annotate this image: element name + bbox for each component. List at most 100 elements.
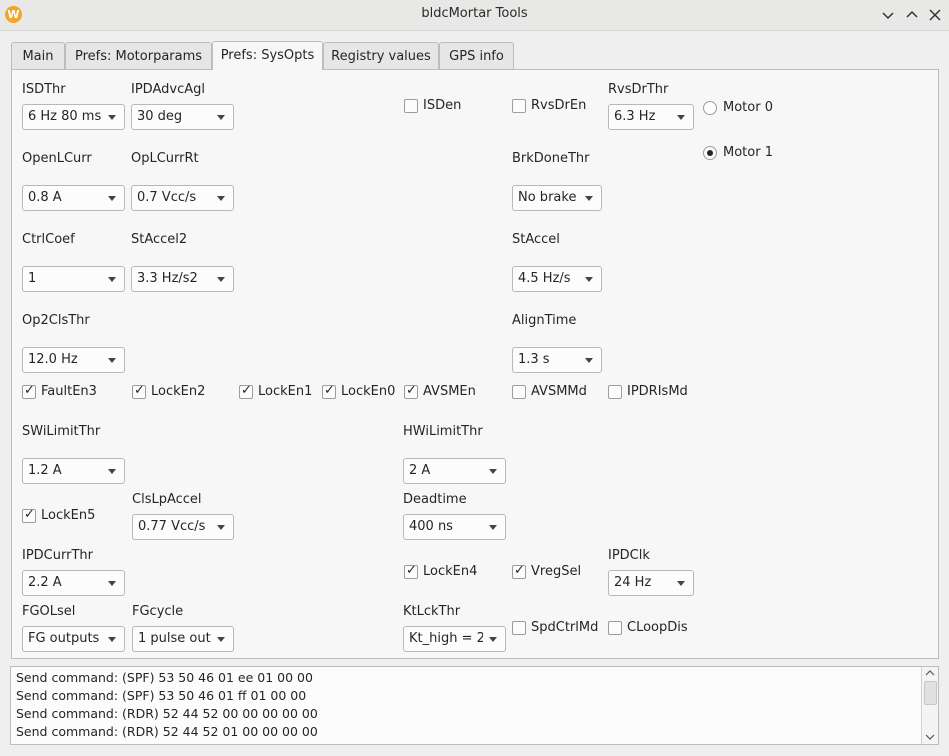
ipdclk-combo[interactable]: 24 Hz (608, 570, 694, 596)
op2clsthr-combo[interactable]: 12.0 Hz (22, 347, 125, 373)
cloopdis-checkbox[interactable]: CLoopDis (608, 620, 698, 636)
tab-main[interactable]: Main (11, 42, 65, 69)
checkmark-icon: ✓ (24, 507, 35, 522)
rvsdren-checkbox[interactable]: RvsDrEn (512, 98, 592, 114)
log-scrollbar[interactable] (921, 667, 938, 744)
faulten3-checkbox[interactable]: ✓ FaultEn3 (22, 383, 102, 400)
command-log[interactable]: Send command: (SPF) 53 50 46 01 ee 01 00… (10, 666, 939, 745)
checkbox-box (512, 385, 526, 399)
avsmen-label: AVSMEn (423, 384, 476, 399)
staccel-value: 4.5 Hz/s (518, 271, 571, 286)
clslpaccel-value: 0.77 Vcc/s (138, 519, 206, 534)
locken5-label: LockEn5 (41, 508, 96, 523)
openlcurr-label: OpenLCurr (22, 151, 92, 166)
tab-prefs-sysopts[interactable]: Prefs: SysOpts (212, 41, 323, 70)
checkmark-icon: ✓ (406, 383, 417, 398)
isden-checkbox[interactable]: ISDen (404, 98, 474, 114)
locken1-checkbox[interactable]: ✓ LockEn1 (239, 383, 319, 400)
ipdadvcagl-combo[interactable]: 30 deg (131, 104, 234, 130)
checkbox-box: ✓ (22, 507, 36, 523)
tab-gps-info[interactable]: GPS info (439, 42, 514, 69)
brkdonethr-combo[interactable]: No brake (512, 185, 602, 211)
swilimitthr-label: SWiLimitThr (22, 424, 101, 439)
checkmark-icon: ✓ (324, 383, 335, 398)
checkbox-box: ✓ (322, 383, 336, 399)
checkbox-box: ✓ (512, 563, 526, 579)
vregsel-checkbox[interactable]: ✓ VregSel (512, 563, 592, 580)
rvsdren-label: RvsDrEn (531, 98, 587, 113)
oplcurrrt-combo[interactable]: 0.7 Vcc/s (131, 185, 234, 211)
dropdown-arrow-icon (489, 525, 497, 530)
scroll-down-icon[interactable] (925, 733, 935, 741)
ipdcurrthr-combo[interactable]: 2.2 A (22, 570, 125, 596)
checkbox-box (512, 99, 526, 113)
ctrlcoef-label: CtrlCoef (22, 232, 75, 247)
tab-prefs-motorparams[interactable]: Prefs: Motorparams (65, 42, 212, 69)
hwilimitthr-combo[interactable]: 2 A (403, 458, 506, 484)
fgcycle-combo[interactable]: 1 pulse outp (132, 626, 234, 652)
ipdrismd-checkbox[interactable]: IPDRIsMd (608, 384, 698, 400)
clslpaccel-combo[interactable]: 0.77 Vcc/s (132, 514, 234, 540)
dropdown-arrow-icon (677, 115, 685, 120)
dropdown-arrow-icon (585, 277, 593, 282)
hwilimitthr-label: HWiLimitThr (403, 424, 483, 439)
swilimitthr-combo[interactable]: 1.2 A (22, 458, 125, 484)
motor1-radio[interactable]: Motor 1 (703, 145, 783, 162)
dropdown-arrow-icon (217, 115, 225, 120)
checkbox-box: ✓ (132, 383, 146, 399)
avsmen-checkbox[interactable]: ✓ AVSMEn (404, 383, 484, 400)
dropdown-arrow-icon (108, 637, 116, 642)
fgolsel-value: FG outputs in (28, 631, 102, 646)
spdctrlmd-label: SpdCtrlMd (531, 620, 599, 635)
chevron-up-icon[interactable] (903, 6, 921, 24)
window-title: bldcMortar Tools (421, 6, 528, 21)
brkdonethr-label: BrkDoneThr (512, 151, 590, 166)
brkdonethr-value: No brake (518, 190, 577, 205)
staccel2-combo[interactable]: 3.3 Hz/s2 (131, 266, 234, 292)
openlcurr-combo[interactable]: 0.8 A (22, 185, 125, 211)
fgolsel-combo[interactable]: FG outputs in (22, 626, 125, 652)
dropdown-arrow-icon (217, 525, 225, 530)
avsmmd-checkbox[interactable]: AVSMMd (512, 384, 592, 400)
dropdown-arrow-icon (585, 358, 593, 363)
aligntime-combo[interactable]: 1.3 s (512, 347, 602, 373)
motor0-label: Motor 0 (723, 100, 773, 115)
locken5-checkbox[interactable]: ✓ LockEn5 (22, 507, 102, 524)
scrollbar-thumb[interactable] (924, 681, 937, 705)
staccel-label: StAccel (512, 232, 560, 247)
dropdown-arrow-icon (489, 469, 497, 474)
locken1-label: LockEn1 (258, 384, 313, 399)
dropdown-arrow-icon (585, 196, 593, 201)
spdctrlmd-checkbox[interactable]: SpdCtrlMd (512, 620, 602, 636)
locken2-checkbox[interactable]: ✓ LockEn2 (132, 383, 212, 400)
deadtime-value: 400 ns (409, 519, 453, 534)
op2clsthr-label: Op2ClsThr (22, 313, 90, 328)
ktlckthr-combo[interactable]: Kt_high = 2K (403, 626, 506, 652)
checkmark-icon: ✓ (514, 563, 525, 578)
isden-label: ISDen (423, 98, 462, 113)
aligntime-value: 1.3 s (518, 352, 550, 367)
locken0-checkbox[interactable]: ✓ LockEn0 (322, 383, 402, 400)
ktlckthr-label: KtLckThr (403, 604, 461, 619)
rvsdrthr-combo[interactable]: 6.3 Hz (608, 104, 694, 130)
dropdown-arrow-icon (108, 277, 116, 282)
staccel-combo[interactable]: 4.5 Hz/s (512, 266, 602, 292)
isdthr-label: ISDThr (22, 82, 66, 97)
checkbox-box: ✓ (239, 383, 253, 399)
ctrlcoef-value: 1 (28, 271, 37, 286)
close-icon[interactable] (926, 6, 944, 24)
tab-registry-values[interactable]: Registry values (323, 42, 439, 69)
deadtime-label: Deadtime (403, 492, 467, 507)
dropdown-arrow-icon (108, 469, 116, 474)
isdthr-combo[interactable]: 6 Hz 80 ms (22, 104, 125, 130)
locken4-checkbox[interactable]: ✓ LockEn4 (404, 563, 484, 580)
chevron-down-icon[interactable] (879, 6, 897, 24)
ctrlcoef-combo[interactable]: 1 (22, 266, 125, 292)
ktlckthr-value: Kt_high = 2K (409, 631, 483, 646)
isdthr-value: 6 Hz 80 ms (28, 109, 102, 124)
checkbox-box: ✓ (404, 563, 418, 579)
deadtime-combo[interactable]: 400 ns (403, 514, 506, 540)
scroll-up-icon[interactable] (925, 669, 935, 677)
motor0-radio[interactable]: Motor 0 (703, 100, 783, 117)
avsmmd-label: AVSMMd (531, 384, 587, 399)
